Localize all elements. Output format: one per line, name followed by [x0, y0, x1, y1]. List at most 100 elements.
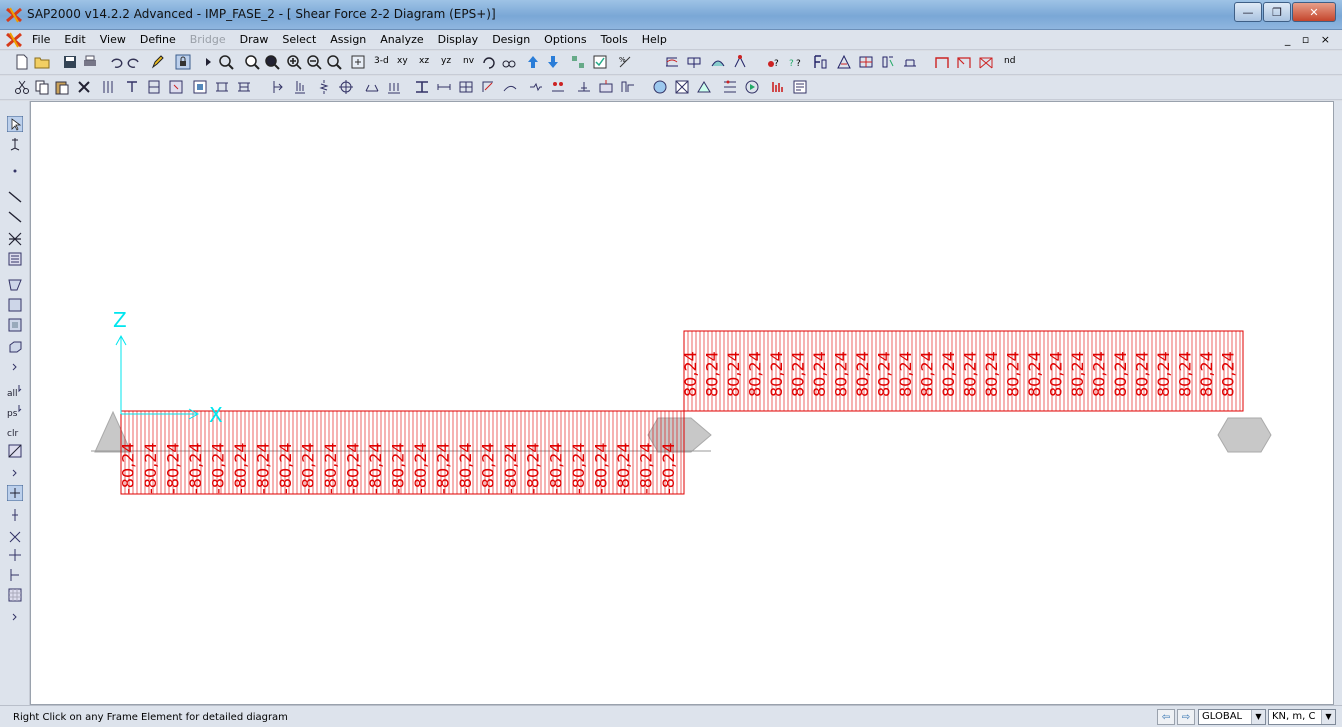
virtual-work-icon[interactable] — [732, 54, 748, 70]
menu-select[interactable]: Select — [282, 33, 316, 46]
cut-icon[interactable] — [14, 79, 30, 95]
perspective-icon[interactable] — [501, 54, 517, 70]
solid-surface-icon[interactable] — [696, 79, 712, 95]
save-icon[interactable] — [62, 54, 78, 70]
frame-length-icon[interactable] — [436, 79, 452, 95]
view-xy-button[interactable]: xy — [397, 56, 408, 66]
redo-icon[interactable] — [126, 54, 142, 70]
define-groups-icon[interactable] — [192, 79, 208, 95]
frame-section-icon[interactable] — [414, 79, 430, 95]
quick-draw-frame-icon[interactable] — [7, 209, 23, 225]
frame-loads-icon[interactable] — [386, 79, 402, 95]
menu-view[interactable]: View — [100, 33, 126, 46]
menu-analyze[interactable]: Analyze — [380, 33, 423, 46]
load-patterns-icon[interactable] — [214, 79, 230, 95]
menu-options[interactable]: Options — [544, 33, 586, 46]
load-cases-icon[interactable] — [236, 79, 252, 95]
menu-help[interactable]: Help — [642, 33, 667, 46]
cold-formed-design-icon[interactable] — [880, 54, 896, 70]
previous-selection-icon[interactable]: ps — [7, 403, 23, 419]
rotate-3d-icon[interactable] — [481, 54, 497, 70]
clear-selection-icon[interactable]: clr — [7, 423, 23, 439]
menu-display[interactable]: Display — [438, 33, 479, 46]
assign-frame-icon[interactable]: % — [617, 54, 633, 70]
undo-icon[interactable] — [108, 54, 124, 70]
zoom-in-step-icon[interactable] — [286, 54, 302, 70]
menu-design[interactable]: Design — [492, 33, 530, 46]
pencil-icon[interactable] — [150, 54, 166, 70]
new-file-icon[interactable] — [14, 54, 30, 70]
move-up-icon[interactable] — [525, 54, 541, 70]
zoom-out-icon[interactable] — [264, 54, 280, 70]
menu-assign[interactable]: Assign — [330, 33, 366, 46]
minimize-button[interactable]: — — [1234, 2, 1262, 22]
view-xz-button[interactable]: xz — [419, 56, 429, 66]
frame-shape-icon[interactable] — [934, 54, 950, 70]
menu-draw[interactable]: Draw — [240, 33, 269, 46]
quick-draw-area-icon[interactable] — [7, 317, 23, 333]
snap-intersection-icon[interactable] — [7, 529, 23, 545]
set-display-options-icon[interactable] — [592, 54, 608, 70]
rubberband-zoom-icon[interactable] — [218, 54, 234, 70]
view-3d-button[interactable]: 3-d — [374, 56, 389, 66]
draw-solid-icon[interactable] — [7, 339, 23, 355]
view-yz-button[interactable]: yz — [441, 56, 451, 66]
solid-loads-icon[interactable] — [674, 79, 690, 95]
shear-force-diagram[interactable]: -80,24 -80,24 -80,24 -80,24 -80,24 -80,24 -80,… — [31, 102, 1335, 706]
expand-select-toolbar-icon[interactable] — [7, 465, 23, 481]
intersecting-line-icon[interactable] — [7, 443, 23, 459]
lock-icon[interactable] — [175, 54, 191, 70]
steel-design-icon[interactable] — [812, 54, 828, 70]
grid-data-icon[interactable] — [100, 79, 116, 95]
pointer-icon[interactable] — [7, 116, 23, 132]
frame-output-icon[interactable] — [480, 79, 496, 95]
menu-edit[interactable]: Edit — [64, 33, 85, 46]
view-nv-button[interactable]: nv — [463, 56, 474, 66]
joint-constraints-icon[interactable] — [338, 79, 354, 95]
analysis-options-icon[interactable] — [722, 79, 738, 95]
units-select[interactable]: KN, m, C ▼ — [1268, 709, 1336, 725]
print-icon[interactable] — [82, 54, 98, 70]
snap-midpoint-icon[interactable] — [7, 507, 23, 523]
area-stiffness-icon[interactable] — [620, 79, 636, 95]
frame-truss-icon[interactable] — [978, 54, 994, 70]
restore-button[interactable]: ❐ — [1263, 2, 1291, 22]
concrete-design-icon[interactable] — [836, 54, 852, 70]
link-props-icon[interactable] — [528, 79, 544, 95]
open-folder-icon[interactable] — [34, 54, 50, 70]
draw-frame-icon[interactable] — [7, 189, 23, 205]
frame-hinge-icon[interactable] — [502, 79, 518, 95]
frame-releases-icon[interactable] — [364, 79, 380, 95]
bridge-design-icon[interactable] — [902, 54, 918, 70]
expand-toolbar-icon[interactable] — [7, 359, 23, 375]
menu-define[interactable]: Define — [140, 33, 176, 46]
coord-system-select[interactable]: GLOBAL ▼ — [1198, 709, 1266, 725]
design-optimize-icon[interactable]: ?? — [788, 54, 804, 70]
paste-icon[interactable] — [54, 79, 70, 95]
restore-view-icon[interactable] — [326, 54, 342, 70]
delete-icon[interactable] — [76, 79, 92, 95]
snap-perpendicular-icon[interactable] — [7, 547, 23, 563]
section-icon[interactable] — [146, 79, 162, 95]
snap-fine-grid-icon[interactable] — [7, 587, 23, 603]
joint-loads-icon[interactable] — [292, 79, 308, 95]
design-check-icon[interactable]: ? — [766, 54, 782, 70]
move-down-icon[interactable] — [545, 54, 561, 70]
run-analysis-icon[interactable] — [744, 79, 760, 95]
frame-insertion-icon[interactable] — [458, 79, 474, 95]
area-section-icon[interactable] — [168, 79, 184, 95]
show-forces-icon[interactable] — [686, 54, 702, 70]
mdi-controls[interactable]: _ ▫ × — [1285, 33, 1334, 46]
draw-joint-icon[interactable] — [7, 163, 23, 179]
copy-icon[interactable] — [34, 79, 50, 95]
vertical-scrollbar[interactable] — [1334, 101, 1342, 705]
tables-icon[interactable] — [770, 79, 786, 95]
aluminum-design-icon[interactable] — [858, 54, 874, 70]
pan-icon[interactable] — [350, 54, 366, 70]
joint-springs-icon[interactable] — [316, 79, 332, 95]
properties-icon[interactable] — [124, 79, 140, 95]
reshaper-icon[interactable] — [7, 136, 23, 152]
draw-section-cut-icon[interactable] — [7, 251, 23, 267]
solid-props-icon[interactable] — [652, 79, 668, 95]
zoom-out-step-icon[interactable] — [306, 54, 322, 70]
